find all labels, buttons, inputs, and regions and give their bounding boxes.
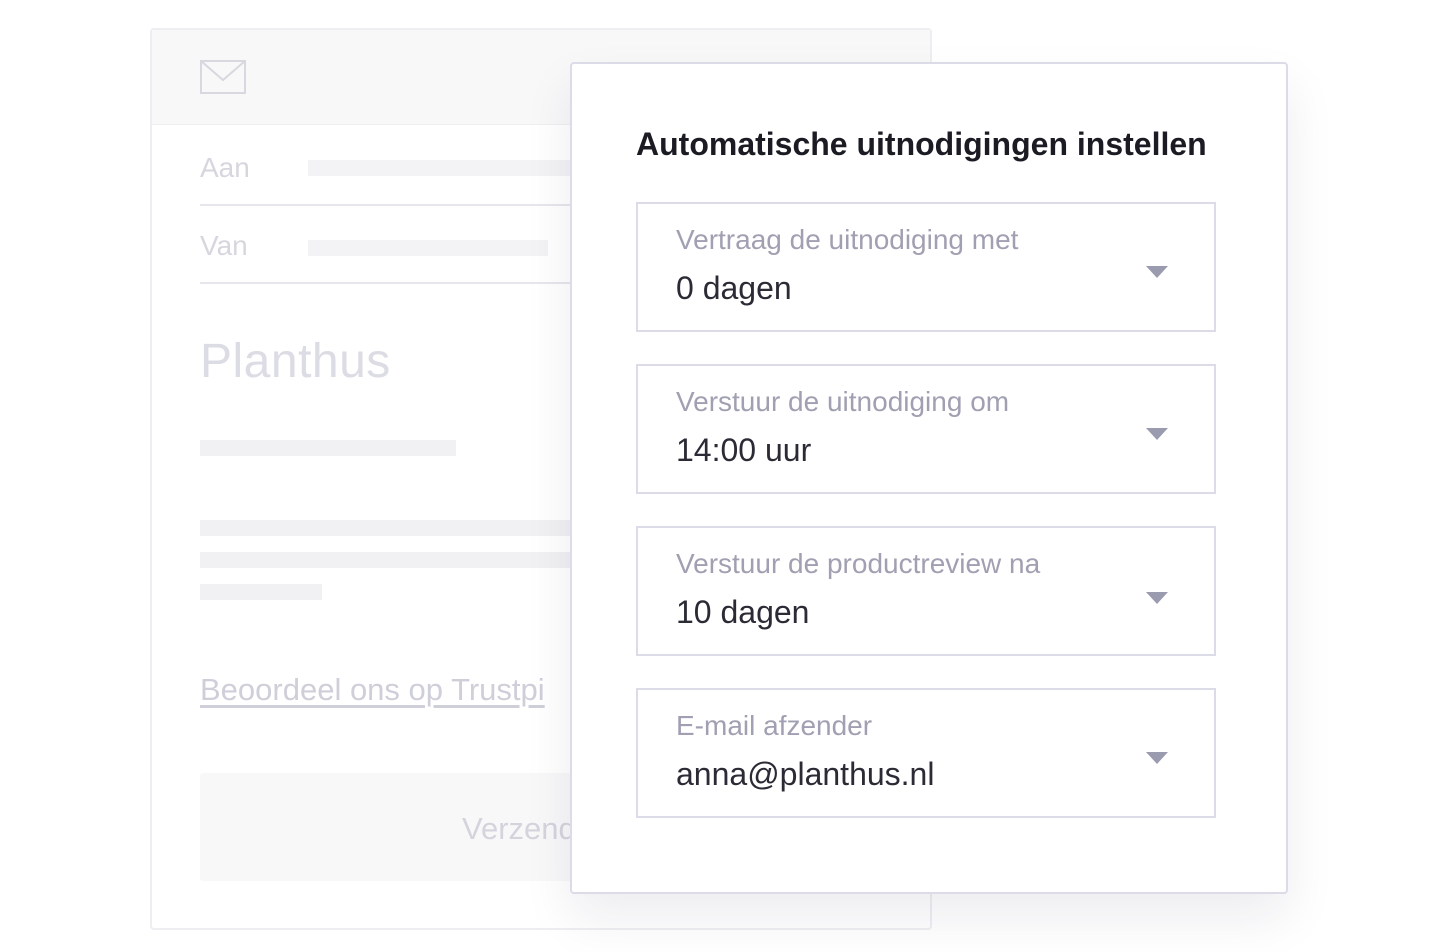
- text-placeholder-bar: [200, 440, 456, 456]
- to-placeholder-bar: [308, 160, 570, 176]
- select-label: Verstuur de productreview na: [676, 548, 1041, 579]
- select-value: anna@planthus.nl: [676, 756, 935, 792]
- chevron-down-icon: [1146, 592, 1168, 604]
- select-label: Vertraag de uitnodiging met: [676, 224, 1019, 255]
- text-placeholder-bar: [200, 552, 600, 568]
- select-value: 10 dagen: [676, 594, 810, 630]
- select-value: 14:00 uur: [676, 432, 812, 468]
- chevron-down-icon: [1146, 752, 1168, 764]
- from-label: Van: [200, 230, 248, 261]
- chevron-down-icon: [1146, 266, 1168, 278]
- send-time-select[interactable]: Verstuur de uitnodiging om 14:00 uur: [636, 364, 1216, 494]
- chevron-down-icon: [1146, 428, 1168, 440]
- email-sender-select[interactable]: E-mail afzender anna@planthus.nl: [636, 688, 1216, 818]
- text-placeholder-bar: [200, 584, 322, 600]
- select-label: E-mail afzender: [676, 710, 873, 741]
- from-placeholder-bar: [308, 240, 548, 256]
- to-label: Aan: [200, 152, 250, 183]
- review-link[interactable]: Beoordeel ons op Trustpi: [200, 672, 545, 708]
- text-placeholder-bar: [200, 520, 600, 536]
- send-button-label: Verzend: [462, 811, 576, 846]
- select-label: Verstuur de uitnodiging om: [676, 386, 1010, 417]
- select-value: 0 dagen: [676, 270, 792, 306]
- panel-title: Automatische uitnodigingen instellen: [636, 126, 1207, 162]
- product-review-delay-select[interactable]: Verstuur de productreview na 10 dagen: [636, 526, 1216, 656]
- envelope-icon: [200, 60, 246, 94]
- invitation-settings-panel: Automatische uitnodigingen instellen Ver…: [570, 62, 1288, 894]
- delay-invitation-select[interactable]: Vertraag de uitnodiging met 0 dagen: [636, 202, 1216, 332]
- brand-name: Planthus: [200, 335, 391, 388]
